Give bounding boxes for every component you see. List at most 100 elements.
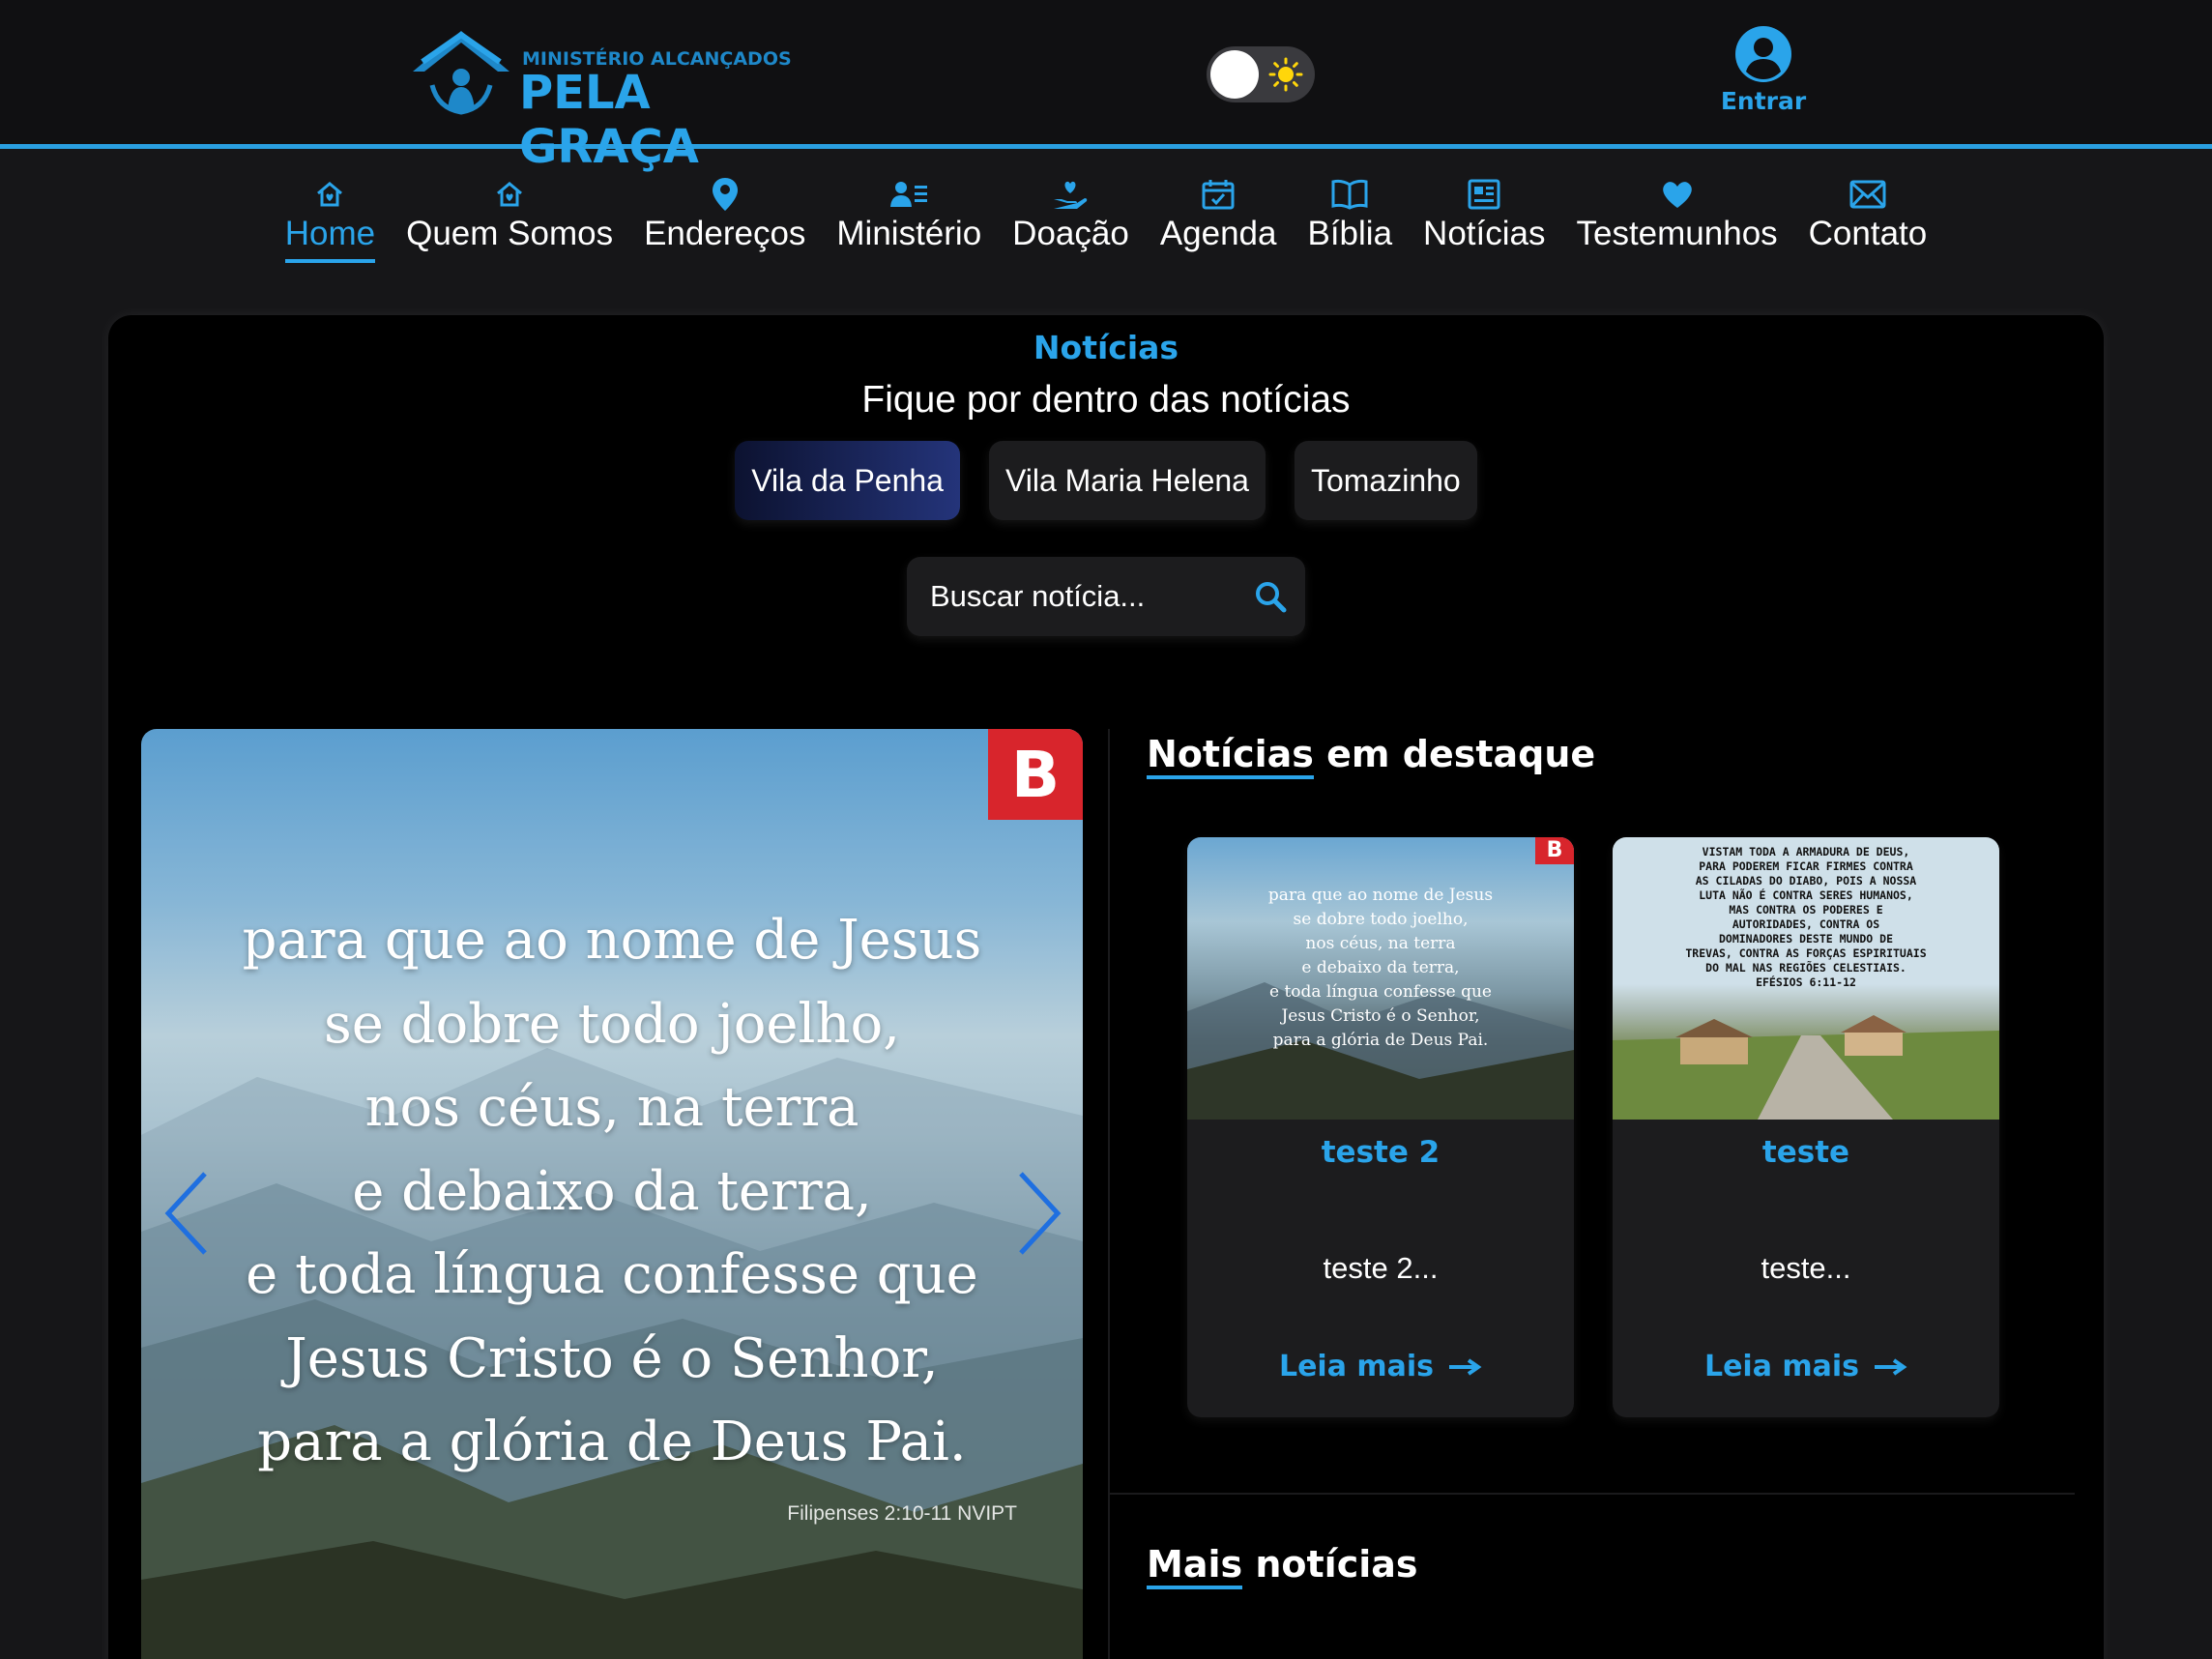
- nav-item-doacao[interactable]: Doação: [1012, 176, 1129, 273]
- thumb-line: TREVAS, CONTRA AS FORÇAS ESPIRITUAIS: [1685, 946, 1927, 960]
- filter-vila-da-penha[interactable]: Vila da Penha: [735, 441, 960, 520]
- users-icon: [889, 176, 928, 213]
- section-label: Notícias: [1033, 329, 1179, 366]
- home-icon: [495, 176, 524, 213]
- logo-title: PELA GRAÇA: [519, 66, 699, 174]
- card-excerpt: teste...: [1761, 1251, 1851, 1285]
- nav-label: Home: [284, 215, 376, 263]
- filter-vila-maria-helena[interactable]: Vila Maria Helena: [988, 441, 1266, 520]
- verse-line: para que ao nome de Jesus: [242, 909, 982, 972]
- verse-line: e toda língua confesse que: [246, 1243, 978, 1306]
- read-more-label: Leia mais: [1278, 1350, 1435, 1383]
- more-news-heading: Mais notícias: [1147, 1543, 1418, 1589]
- thumb-line: AS CILADAS DO DIABO, POIS A NOSSA: [1695, 874, 1917, 888]
- verse-text: para que ao nome de Jesus se dobre todo …: [141, 899, 1083, 1485]
- verse-line: Jesus Cristo é o Senhor,: [285, 1326, 939, 1390]
- thumb-line: e toda língua confesse que: [1268, 982, 1492, 1002]
- thumb-line: AUTORIDADES, CONTRA OS: [1732, 917, 1880, 931]
- site-logo[interactable]: MINISTÉRIO ALCANÇADOS PELA GRAÇA: [409, 27, 815, 174]
- section-subtitle: Fique por dentro das notícias: [861, 379, 1351, 421]
- thumb-line: DO MAL NAS REGIÕES CELESTIAIS.: [1705, 961, 1906, 975]
- thumb-line: Jesus Cristo é o Senhor,: [1281, 1006, 1480, 1026]
- chevron-right-icon[interactable]: [1015, 1170, 1063, 1257]
- calendar-icon: [1202, 176, 1235, 213]
- nav-label: Ministério: [836, 215, 982, 252]
- nav-label: Contato: [1808, 215, 1928, 252]
- nav-label: Quem Somos: [406, 215, 614, 252]
- nav-label: Testemunhos: [1576, 215, 1778, 252]
- nav-label: Endereços: [644, 215, 806, 252]
- thumb-line: VISTAM TODA A ARMADURA DE DEUS,: [1702, 845, 1910, 859]
- sun-icon: [1268, 57, 1303, 92]
- thumb-line: DOMINADORES DESTE MUNDO DE: [1718, 932, 1893, 946]
- verse-reference: Filipenses 2:10-11 NVIPT: [787, 1502, 1017, 1525]
- login-label: Entrar: [1720, 87, 1807, 115]
- nav-item-home[interactable]: Home: [284, 176, 376, 273]
- featured-heading: Notícias em destaque: [1147, 733, 1596, 779]
- chevron-left-icon[interactable]: [162, 1170, 211, 1257]
- nav-item-noticias[interactable]: Notícias: [1423, 176, 1545, 273]
- home-icon: [315, 176, 344, 213]
- featured-heading-rest: em destaque: [1326, 733, 1596, 775]
- envelope-icon: [1849, 176, 1886, 213]
- read-more-link[interactable]: Leia mais: [1187, 1350, 1574, 1383]
- nav-label: Notícias: [1423, 215, 1546, 252]
- nav-label: Agenda: [1159, 215, 1277, 252]
- main-nav: Home Quem Somos Endereços Ministério Doa…: [0, 176, 2212, 273]
- search-input[interactable]: [907, 557, 1236, 636]
- location-filters: Vila da Penha Vila Maria Helena Tomazinh…: [108, 441, 2104, 520]
- thumb-line: se dobre todo joelho,: [1293, 910, 1469, 929]
- column-divider: [1108, 729, 1110, 1659]
- news-card[interactable]: VISTAM TODA A ARMADURA DE DEUS, PARA POD…: [1613, 837, 1999, 1417]
- thumb-line: para que ao nome de Jesus: [1267, 886, 1494, 905]
- nav-label: Doação: [1012, 215, 1129, 252]
- thumb-line: para a glória de Deus Pai.: [1272, 1031, 1489, 1050]
- card-title[interactable]: teste: [1613, 1135, 1999, 1170]
- card-excerpt: teste 2...: [1323, 1251, 1439, 1285]
- card-thumbnail: VISTAM TODA A ARMADURA DE DEUS, PARA POD…: [1613, 837, 1999, 1120]
- verse-line: nos céus, na terra: [364, 1076, 859, 1139]
- verse-line: para a glória de Deus Pai.: [257, 1411, 967, 1473]
- verse-line: se dobre todo joelho,: [323, 992, 901, 1056]
- more-heading-rest: notícias: [1255, 1543, 1418, 1586]
- book-icon: [1330, 176, 1369, 213]
- news-card[interactable]: B para que ao nome de Jesus se dobre tod…: [1187, 837, 1574, 1417]
- user-circle-icon: [1735, 26, 1791, 82]
- thumb-line: PARA PODEREM FICAR FIRMES CONTRA: [1699, 859, 1913, 873]
- featured-heading-accent: Notícias: [1147, 733, 1314, 779]
- thumb-line: EFÉSIOS 6:11-12: [1756, 975, 1856, 989]
- nav-item-contato[interactable]: Contato: [1808, 176, 1928, 273]
- nav-item-agenda[interactable]: Agenda: [1159, 176, 1277, 273]
- nav-item-enderecos[interactable]: Endereços: [644, 176, 805, 273]
- news-carousel: B para que ao nome de Jesus se dobre tod…: [141, 729, 1083, 1659]
- newspaper-icon: [1468, 176, 1500, 213]
- arrow-right-icon: [1449, 1357, 1482, 1376]
- thumb-line: e debaixo da terra,: [1301, 958, 1460, 977]
- news-search: [907, 557, 1305, 636]
- theme-toggle[interactable]: [1207, 46, 1315, 102]
- thumb-line: nos céus, na terra: [1305, 934, 1456, 953]
- nav-item-ministerio[interactable]: Ministério: [836, 176, 981, 273]
- search-icon[interactable]: [1253, 579, 1288, 614]
- nav-item-biblia[interactable]: Bíblia: [1307, 176, 1392, 273]
- thumbnail-verse: para que ao nome de Jesus se dobre todo …: [1187, 884, 1574, 1053]
- login-button[interactable]: Entrar: [1713, 25, 1814, 122]
- nav-label: Bíblia: [1307, 215, 1393, 252]
- filter-tomazinho[interactable]: Tomazinho: [1294, 441, 1477, 520]
- heart-icon: [1661, 176, 1694, 213]
- donate-hand-icon: [1052, 176, 1089, 213]
- logo-house-icon: [413, 31, 509, 115]
- card-title[interactable]: teste 2: [1187, 1135, 1574, 1170]
- read-more-link[interactable]: Leia mais: [1613, 1350, 1999, 1383]
- nav-item-quem-somos[interactable]: Quem Somos: [406, 176, 613, 273]
- bible-portal-badge: B: [1535, 837, 1574, 864]
- bible-portal-badge: B: [988, 729, 1083, 820]
- section-divider: [1108, 1493, 2075, 1495]
- thumb-line: LUTA NÃO É CONTRA SERES HUMANOS,: [1699, 888, 1913, 902]
- nav-item-testemunhos[interactable]: Testemunhos: [1576, 176, 1778, 273]
- site-header: MINISTÉRIO ALCANÇADOS PELA GRAÇA Entrar: [0, 0, 2212, 174]
- read-more-label: Leia mais: [1703, 1350, 1860, 1383]
- thumb-line: MAS CONTRA OS PODERES E: [1729, 903, 1883, 917]
- verse-line: e debaixo da terra,: [352, 1159, 872, 1223]
- thumbnail-verse: VISTAM TODA A ARMADURA DE DEUS, PARA POD…: [1613, 845, 1999, 990]
